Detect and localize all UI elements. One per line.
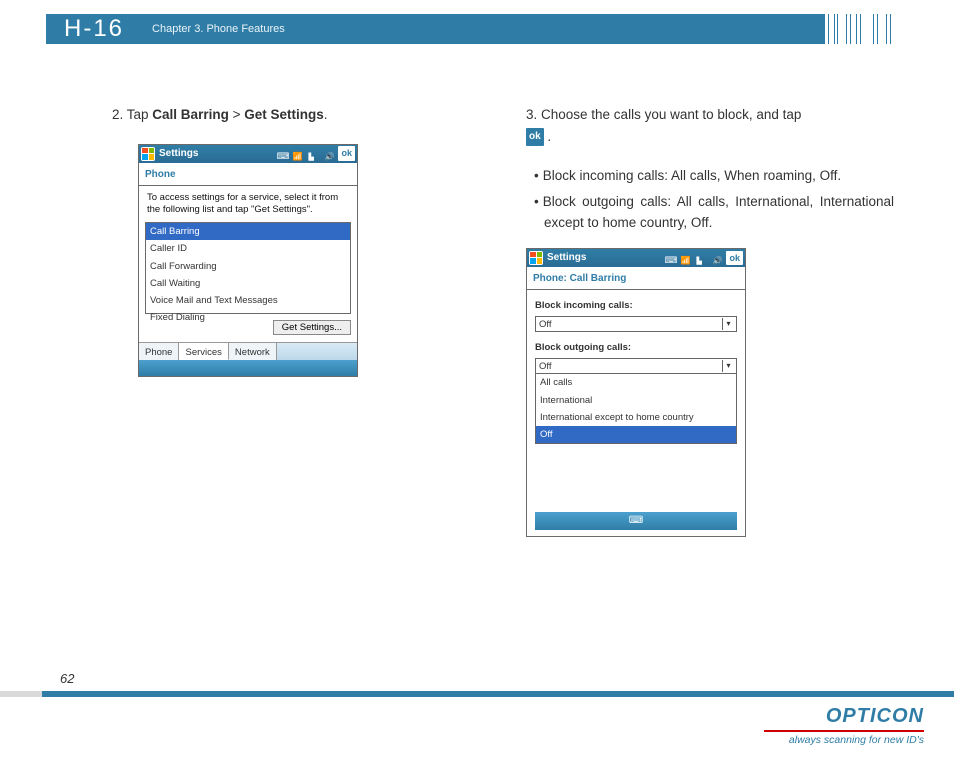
volume-icon[interactable] [712,253,722,263]
footer-rule-grey [0,691,42,697]
bottom-bar [139,360,357,376]
chapter-title: Chapter 3. Phone Features [152,23,285,35]
incoming-combobox[interactable]: Off [535,316,737,332]
header-band: H-16 Chapter 3. Phone Features [46,14,896,44]
step3-text: 3. Choose the calls you want to block, a… [526,107,801,122]
step2-prefix: 2. Tap [112,107,152,122]
ok-button[interactable]: ok [726,251,743,265]
brand-red-line [764,730,924,732]
label-outgoing: Block outgoing calls: [527,332,745,358]
barcode-decoration [716,14,896,44]
tab-phone[interactable]: Phone [139,343,179,360]
dropdown-option[interactable]: International [536,392,736,409]
brand-tagline: always scanning for new ID's [764,734,924,746]
screenshot-call-barring: Settings ok Phone: Call Barring Block in… [526,248,746,537]
page-header: H-16 Chapter 3. Phone Features [0,0,954,48]
get-settings-button[interactable]: Get Settings... [273,320,351,335]
page-number: 62 [60,671,74,686]
chevron-down-icon[interactable] [722,318,734,330]
dropdown-option[interactable]: All calls [536,374,736,391]
label-incoming: Block incoming calls: [527,290,745,316]
status-icons [276,149,334,159]
ok-chip-icon: ok [526,128,544,146]
section-heading: Phone [139,163,357,186]
window-title: Settings [547,250,664,266]
signal-icon [292,149,302,159]
bullet-incoming: Block incoming calls: All calls, When ro… [526,165,894,187]
step-2-text: 2. Tap Call Barring > Get Settings. [112,104,480,126]
signal-icon [680,253,690,263]
step2-sep: > [229,107,244,122]
titlebar: Settings ok [139,145,357,163]
list-item[interactable]: Call Waiting [146,275,350,292]
tab-network[interactable]: Network [229,343,277,360]
status-icons [664,253,722,263]
sip-bar [535,512,737,530]
footer-rule [0,688,954,700]
step2-bold2: Get Settings [244,107,324,122]
step-3-text: 3. Choose the calls you want to block, a… [526,104,894,147]
bullet-list: Block incoming calls: All calls, When ro… [526,165,894,234]
spacer [527,444,745,504]
page-body: 2. Tap Call Barring > Get Settings. Sett… [0,48,954,537]
tab-strip: Phone Services Network [139,342,357,360]
footer-rule-teal [42,691,954,697]
antenna-icon [696,253,706,263]
chevron-down-icon[interactable] [722,360,734,372]
screenshot-settings-services: Settings ok Phone To access settings for… [138,144,358,378]
keyboard-icon[interactable] [276,149,286,159]
device-model: H-16 [64,15,124,43]
dropdown-option[interactable]: International except to home country [536,409,736,426]
outgoing-combobox[interactable]: Off [535,358,737,374]
dropdown-option[interactable]: Off [536,426,736,443]
ok-button[interactable]: ok [338,146,355,160]
hint-text: To access settings for a service, select… [139,186,357,223]
list-item[interactable]: Call Barring [146,223,350,240]
volume-icon[interactable] [324,149,334,159]
step2-suffix: . [324,107,328,122]
antenna-icon [308,149,318,159]
windows-flag-icon[interactable] [529,251,543,265]
right-column: 3. Choose the calls you want to block, a… [526,104,894,537]
step2-bold1: Call Barring [152,107,229,122]
brand-block: OPTICON always scanning for new ID's [764,705,924,746]
list-item[interactable]: Call Forwarding [146,258,350,275]
list-item[interactable]: Voice Mail and Text Messages [146,292,350,309]
window-title: Settings [159,146,276,162]
bullet-outgoing: Block outgoing calls: All calls, Interna… [526,191,894,234]
left-column: 2. Tap Call Barring > Get Settings. Sett… [112,104,480,537]
section-heading: Phone: Call Barring [527,267,745,290]
keyboard-icon[interactable] [664,253,674,263]
incoming-value: Off [539,317,552,332]
windows-flag-icon[interactable] [141,147,155,161]
step3-period: . [544,129,552,144]
tab-services[interactable]: Services [179,343,228,360]
outgoing-value: Off [539,359,552,374]
list-item[interactable]: Caller ID [146,240,350,257]
brand-logo: OPTICON [764,705,924,728]
keyboard-icon[interactable] [629,513,643,529]
services-listbox[interactable]: Call Barring Caller ID Call Forwarding C… [145,222,351,314]
outgoing-dropdown[interactable]: All calls International International ex… [535,374,737,444]
titlebar: Settings ok [527,249,745,267]
